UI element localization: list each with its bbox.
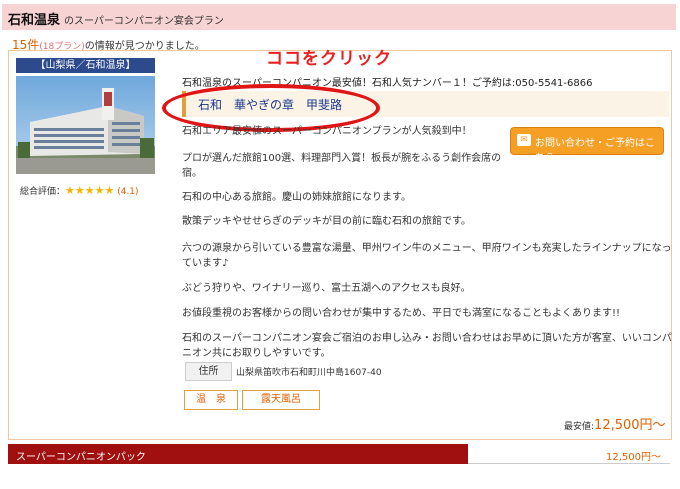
package-name[interactable]: スーパーコンパニオンパック [16,448,146,463]
inquiry-button-label: お問い合わせ・ご予約はこちら [535,138,655,164]
page-subtitle: のスーパーコンパニオン宴会プラン [64,16,224,27]
rating-score: (4.1) [117,187,139,197]
description-paragraph: 石和エリア最安値のスーパーコンパニオンプランが人気殺到中！ [182,126,472,137]
lowest-price: 最安値:12,500円〜 [564,414,666,433]
package-price: 12,500円〜 [606,452,661,463]
tag-onsen[interactable]: 温 泉 [184,390,238,410]
description-paragraph: 石和のスーパーコンパニオン宴会ご宿泊のお申し込み・お問い合わせはお早めに頂いた方… [182,333,672,359]
page-title: 石和温泉 [8,13,61,28]
description-paragraph: ぶどう狩りや、ワイナリー巡り、富士五湖へのアクセスも良好。 [182,283,471,294]
address-value: 山梨県笛吹市石和町川中島1607-40 [236,368,382,378]
tag-open-air-bath[interactable]: 露天風呂 [242,390,320,410]
lowest-price-label: 最安値: [564,422,595,432]
mail-icon: ✉ [517,134,531,146]
package-bar[interactable]: スーパーコンパニオンパック [8,444,468,464]
click-here-annotation: ココをクリック [266,49,392,69]
description-paragraph: プロが選んだ旅館100選、料理部門入賞！板長が腕をふるう創作会席の宿。 [182,153,502,179]
address-label: 住所 [185,362,232,381]
overall-rating: 総合評価：★★★★★ (4.1) [20,184,139,197]
rating-label: 総合評価： [20,187,66,197]
description-paragraph: 石和の中心ある旅館。慶山の姉妹旅館になります。 [182,192,411,203]
hotel-photo[interactable] [16,76,155,174]
description-paragraph: 六つの源泉から引いている豊富な湯量、甲州ワイン牛のメニュー、甲府ワインも充実した… [182,243,672,269]
inquiry-reservation-button[interactable]: ✉ お問い合わせ・ご予約はこちら [510,127,664,164]
lowest-price-value: 12,500円〜 [594,418,666,433]
star-rating-icon: ★★★★★ [65,184,115,197]
description-paragraph: 散策デッキやせせらぎのデッキが目の前に臨む石和の旅館です。 [182,216,471,227]
page-header: 石和温泉 のスーパーコンパニオン宴会プラン [2,4,676,30]
region-label[interactable]: 【山梨県／石和温泉】 [16,58,155,73]
package-divider [468,463,670,464]
description-paragraph: お値段重視のお客様からの問い合わせが集中するため、平日でも満室になることもよくあ… [182,308,621,319]
